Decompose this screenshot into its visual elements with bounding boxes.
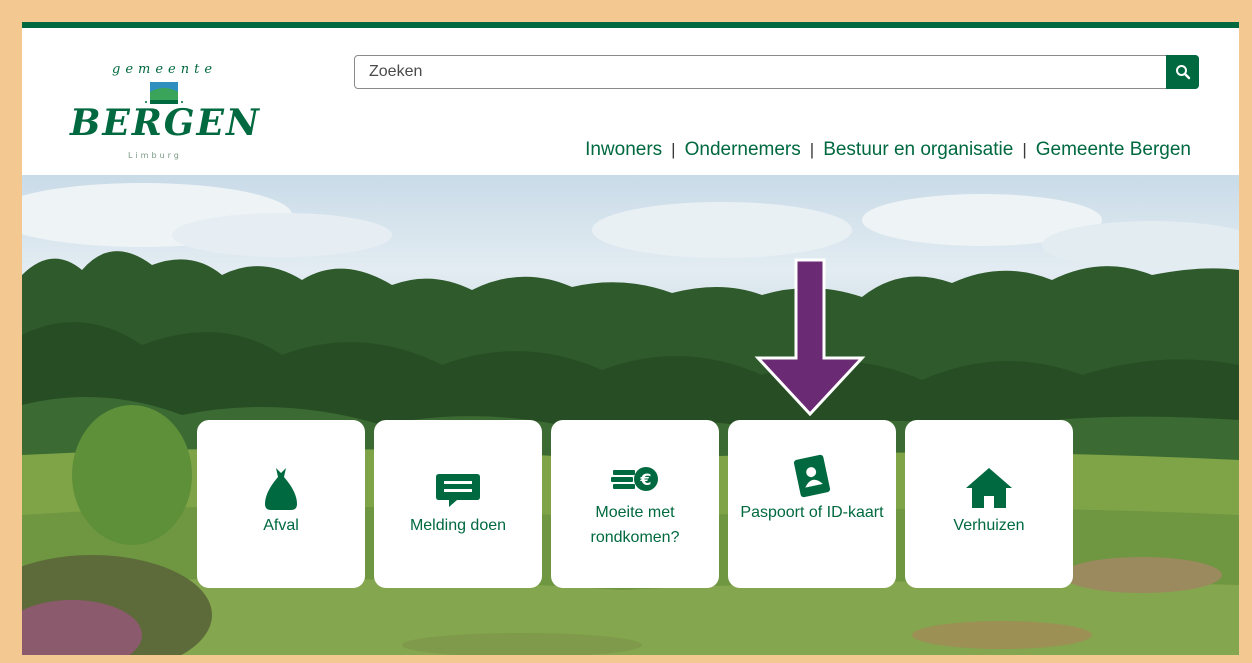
logo-sub-text: Limburg xyxy=(128,151,182,160)
nav-separator: | xyxy=(1022,140,1027,159)
tile-label: Afval xyxy=(263,517,299,534)
site-header: gemeente BERGEN Limburg Inwoners | On xyxy=(22,28,1239,175)
search-icon xyxy=(1175,65,1190,80)
nav-item-gemeente-bergen[interactable]: Gemeente Bergen xyxy=(1036,139,1191,161)
house-icon xyxy=(905,466,1073,510)
page-frame: gemeente BERGEN Limburg Inwoners | On xyxy=(22,22,1239,655)
tile-label: Paspoort of ID-kaart xyxy=(740,504,884,521)
tile-label: Moeite met rondkomen? xyxy=(590,504,680,546)
nav-separator: | xyxy=(671,140,676,159)
main-nav: Inwoners | Ondernemers | Bestuur en orga… xyxy=(585,139,1191,161)
tile-afval[interactable]: Afval xyxy=(197,420,365,588)
nav-item-inwoners[interactable]: Inwoners xyxy=(585,139,662,161)
logo-main-text: BERGEN xyxy=(70,102,261,144)
money-coins-icon: € xyxy=(551,464,719,494)
search-button[interactable] xyxy=(1166,55,1199,89)
nav-item-ondernemers[interactable]: Ondernemers xyxy=(685,139,801,161)
site-logo[interactable]: gemeente BERGEN Limburg xyxy=(70,60,266,164)
garbage-bag-icon xyxy=(197,464,365,510)
tile-label: Melding doen xyxy=(409,517,507,534)
tile-melding-doen[interactable]: Melding doen xyxy=(374,420,542,588)
search-input[interactable] xyxy=(355,56,1167,88)
passport-icon xyxy=(728,454,896,498)
tile-label: Verhuizen xyxy=(953,517,1025,534)
chat-bubble-icon xyxy=(374,472,542,508)
nav-item-bestuur[interactable]: Bestuur en organisatie xyxy=(823,139,1013,161)
nav-separator: | xyxy=(809,140,815,159)
search-bar xyxy=(354,55,1199,89)
arrow-down-icon xyxy=(754,258,866,417)
tile-paspoort-of-id-kaart[interactable]: Paspoort of ID-kaart xyxy=(728,420,896,588)
tile-verhuizen[interactable]: Verhuizen xyxy=(905,420,1073,588)
logo-top-text: gemeente xyxy=(112,62,218,77)
tile-moeite-met-rondkomen[interactable]: € Moeite met rondkomen? xyxy=(551,420,719,588)
svg-text:€: € xyxy=(639,470,651,489)
